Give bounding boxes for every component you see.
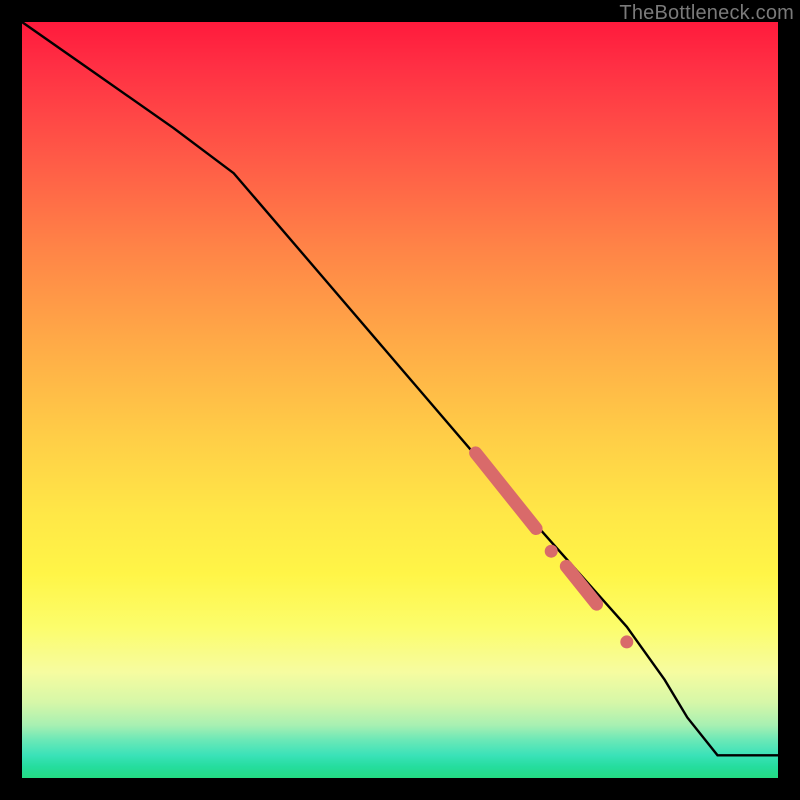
chart-overlay bbox=[22, 22, 778, 778]
marker-cluster-upper bbox=[476, 453, 536, 529]
main-curve bbox=[22, 22, 778, 755]
chart-stage: TheBottleneck.com bbox=[0, 0, 800, 800]
markers-group bbox=[476, 453, 634, 648]
marker-dot-mid bbox=[545, 545, 558, 558]
watermark-text: TheBottleneck.com bbox=[619, 2, 794, 25]
marker-cluster-lower bbox=[566, 566, 596, 604]
marker-dot-low bbox=[620, 635, 633, 648]
